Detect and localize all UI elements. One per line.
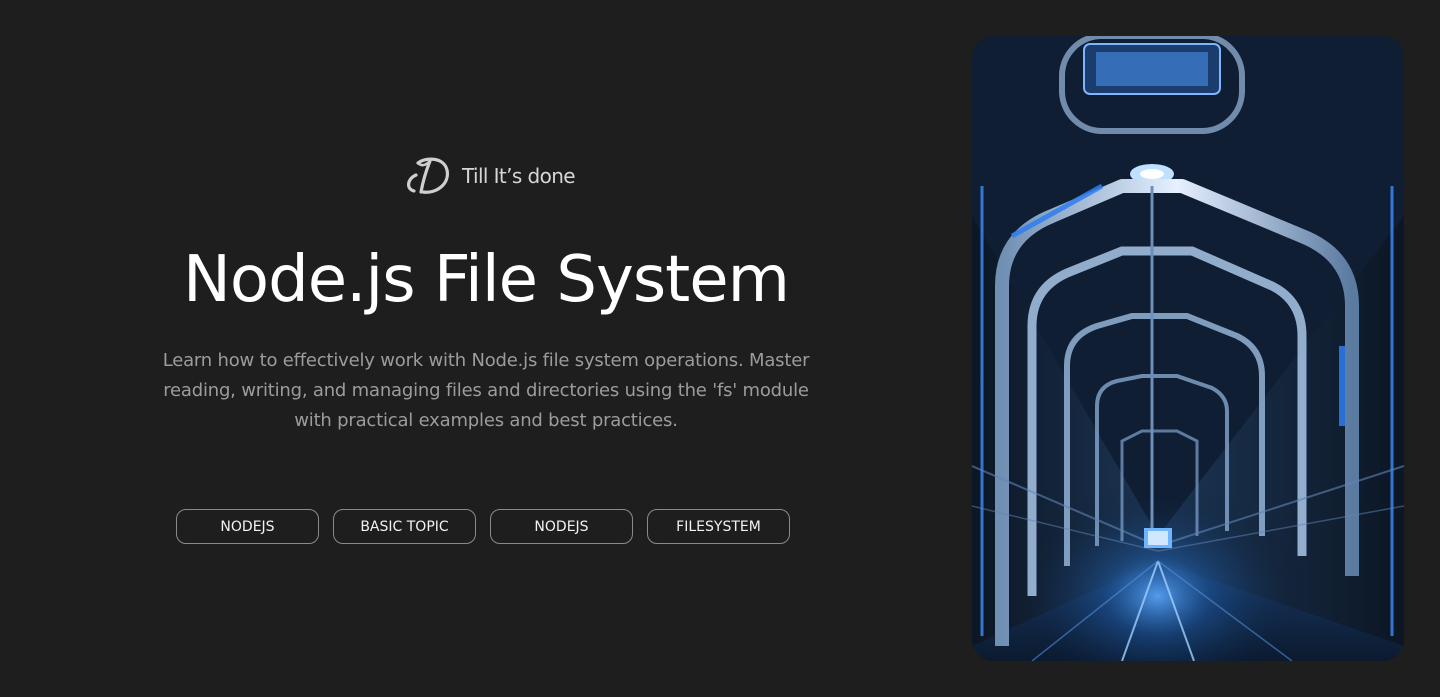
tag-list: NODEJS BASIC TOPIC NODEJS FILESYSTEM (176, 509, 790, 544)
brand-name: Till It’s done (462, 164, 576, 188)
tag-nodejs[interactable]: NODEJS (176, 509, 319, 544)
tag-basic-topic[interactable]: BASIC TOPIC (333, 509, 476, 544)
page-title: Node.js File System (183, 243, 790, 317)
hero-image (972, 36, 1404, 661)
futuristic-corridor-image (972, 36, 1404, 661)
content-panel: Till It’s done Node.js File System Learn… (0, 0, 972, 697)
brand-logo[interactable]: Till It’s done (404, 155, 576, 197)
page: Till It’s done Node.js File System Learn… (0, 0, 1440, 697)
tag-nodejs-2[interactable]: NODEJS (490, 509, 633, 544)
page-description: Learn how to effectively work with Node.… (162, 350, 810, 431)
td-monogram-icon (404, 155, 452, 197)
tag-filesystem[interactable]: FILESYSTEM (647, 509, 790, 544)
